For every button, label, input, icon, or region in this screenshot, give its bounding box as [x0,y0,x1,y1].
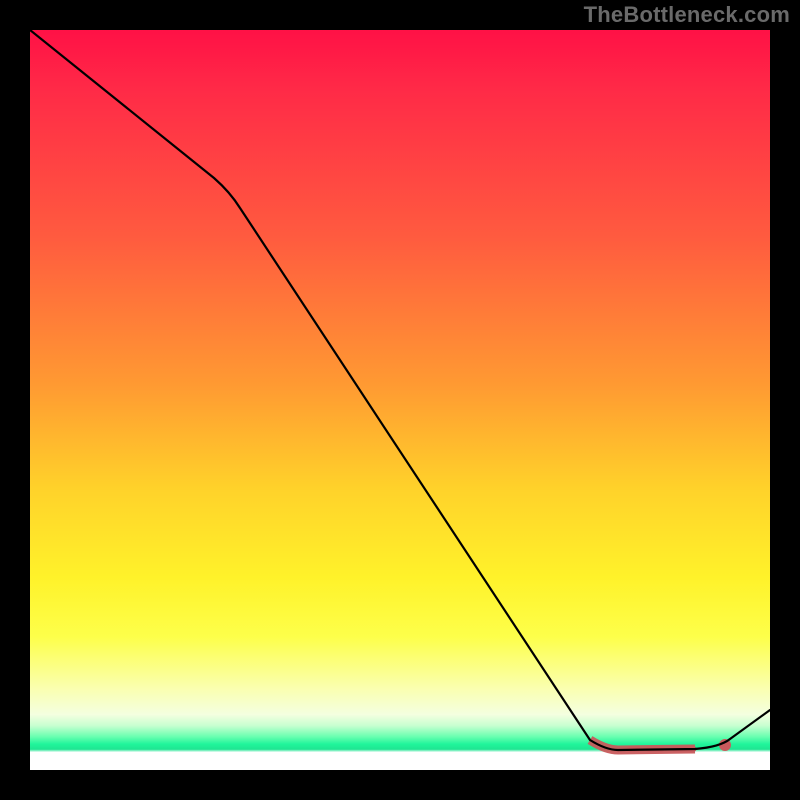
main-curve [30,30,770,750]
chart-frame: TheBottleneck.com [0,0,800,800]
curve-svg [30,30,770,770]
plot-area [30,30,770,770]
watermark-text: TheBottleneck.com [584,2,790,28]
